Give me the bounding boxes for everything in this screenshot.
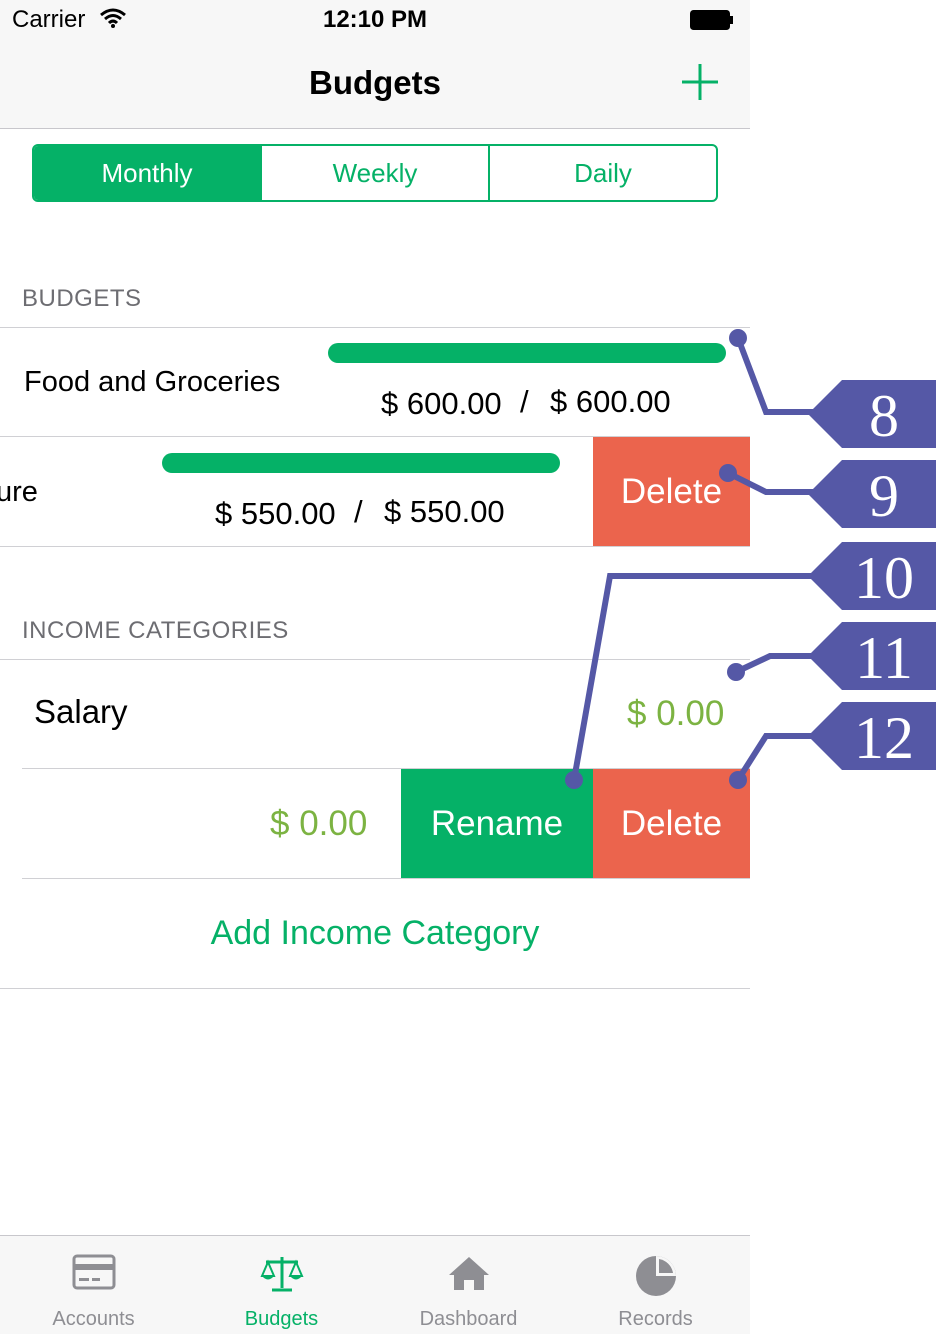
budget-limit: $ 600.00 xyxy=(550,384,671,419)
budget-label: ure xyxy=(0,476,38,508)
tab-bar: Accounts Budgets Dashboard Records xyxy=(0,1235,750,1334)
callout-number: 8 xyxy=(869,383,899,449)
plus-icon[interactable] xyxy=(678,60,722,104)
tab-label: Accounts xyxy=(52,1308,135,1330)
add-income-category-button[interactable]: Add Income Category xyxy=(0,914,750,953)
scale-icon xyxy=(259,1257,304,1292)
tab-budgets[interactable]: Budgets xyxy=(188,1236,375,1334)
divider xyxy=(0,327,750,328)
page-title: Budgets xyxy=(309,64,441,101)
budget-label: Food and Groceries xyxy=(24,366,281,398)
tab-accounts[interactable]: Accounts xyxy=(0,1236,187,1334)
callout-number: 10 xyxy=(854,545,914,611)
battery-icon xyxy=(690,10,733,30)
budget-spent: $ 550.00 xyxy=(215,496,336,531)
budget-separator: / xyxy=(354,494,363,529)
budget-limit: $ 550.00 xyxy=(384,494,505,529)
tab-records[interactable]: Records xyxy=(562,1236,749,1334)
segment-weekly[interactable]: Weekly xyxy=(262,146,490,200)
divider xyxy=(22,878,750,879)
callout-leader-12 xyxy=(735,733,820,782)
tab-label: Dashboard xyxy=(419,1308,518,1330)
rename-income-button[interactable]: Rename xyxy=(401,769,593,878)
divider xyxy=(0,988,750,989)
tab-dashboard[interactable]: Dashboard xyxy=(375,1236,562,1334)
period-segmented-control: Monthly Weekly Daily xyxy=(32,144,718,202)
segment-daily[interactable]: Daily xyxy=(490,146,716,200)
credit-card-icon xyxy=(72,1254,115,1290)
pie-chart-icon xyxy=(635,1256,676,1296)
callout-number: 12 xyxy=(854,705,914,771)
app-screen: Carrier 12:10 PM Budgets Monthly Weekly … xyxy=(0,0,750,1334)
callout-number: 11 xyxy=(855,625,913,691)
segment-monthly[interactable]: Monthly xyxy=(34,146,262,200)
budget-progress-bar xyxy=(162,453,560,473)
clock: 12:10 PM xyxy=(322,6,428,33)
income-label: Salary xyxy=(34,693,128,730)
income-amount: $ 0.00 xyxy=(270,804,368,843)
house-icon xyxy=(448,1257,489,1290)
navigation-bar: Budgets xyxy=(0,40,750,129)
budget-progress-bar xyxy=(328,343,726,363)
tab-label: Budgets xyxy=(244,1308,319,1330)
divider xyxy=(0,659,750,660)
budgets-section-header: BUDGETS xyxy=(22,285,142,312)
budget-separator: / xyxy=(520,384,529,419)
budget-spent: $ 600.00 xyxy=(381,386,502,421)
income-amount: $ 0.00 xyxy=(627,694,725,733)
delete-budget-button[interactable]: Delete xyxy=(593,437,750,546)
divider xyxy=(0,546,750,547)
callout-leader-8 xyxy=(735,336,820,415)
income-section-header: INCOME CATEGORIES xyxy=(22,617,289,644)
delete-income-button[interactable]: Delete xyxy=(593,769,750,878)
status-bar: Carrier 12:10 PM xyxy=(0,0,750,40)
callout-number: 9 xyxy=(869,463,899,529)
tab-label: Records xyxy=(618,1308,693,1330)
